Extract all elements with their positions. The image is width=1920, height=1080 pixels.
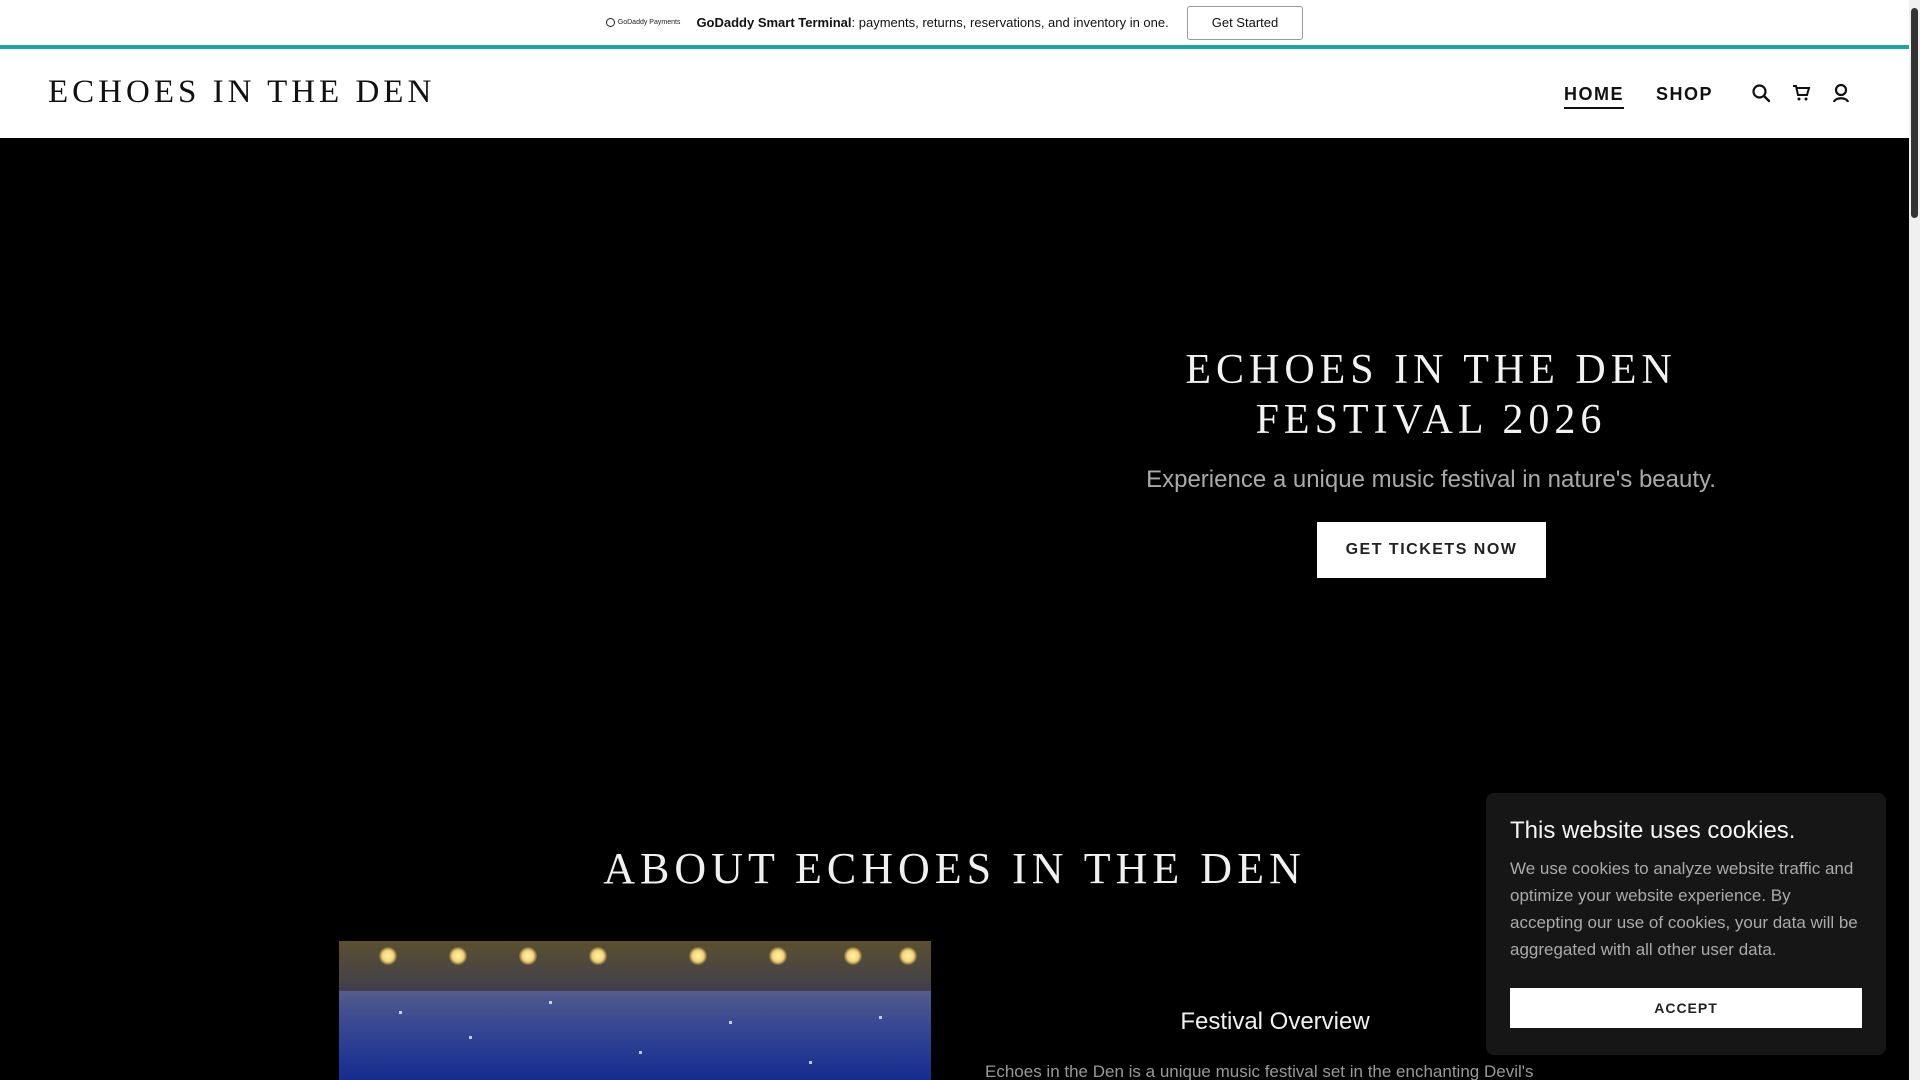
scrollbar-thumb[interactable] — [1911, 8, 1918, 218]
godaddy-logo-icon — [605, 18, 615, 27]
confetti — [399, 1011, 402, 1014]
stage-light — [589, 947, 607, 965]
cookie-dialog: This website uses cookies. We use cookie… — [1486, 793, 1886, 1055]
godaddy-payments-logo: GoDaddy Payments — [605, 18, 681, 27]
hero-title-line-1: ECHOES IN THE DEN — [1185, 347, 1677, 393]
stage-light — [449, 947, 467, 965]
account-icon[interactable] — [1830, 82, 1852, 104]
stage-light — [379, 947, 397, 965]
accept-cookies-button[interactable]: ACCEPT — [1510, 988, 1862, 1028]
stage-light — [689, 947, 707, 965]
cookie-title: This website uses cookies. — [1510, 817, 1796, 844]
site-logo[interactable]: ECHOES IN THE DEN — [48, 74, 435, 111]
hero-title-line-2: FESTIVAL 2026 — [1255, 397, 1607, 443]
promo-brand: GoDaddy Smart Terminal — [696, 15, 852, 30]
cart-icon[interactable] — [1790, 82, 1812, 104]
overview-heading: Festival Overview — [1180, 1008, 1370, 1035]
nav-home[interactable]: HOME — [1564, 84, 1624, 109]
search-icon[interactable] — [1750, 82, 1772, 104]
overview-text: Echoes in the Den is a unique music fest… — [985, 1062, 1534, 1080]
get-tickets-button[interactable]: GET TICKETS NOW — [1317, 522, 1546, 578]
confetti — [809, 1061, 812, 1064]
cookie-text: We use cookies to analyze website traffi… — [1510, 859, 1858, 959]
confetti — [879, 1016, 882, 1019]
stage-light — [519, 947, 537, 965]
promo-banner: GoDaddy Payments GoDaddy Smart Terminal:… — [0, 0, 1909, 45]
confetti — [549, 1001, 552, 1004]
hero-subtitle: Experience a unique music festival in na… — [1146, 466, 1716, 493]
get-started-button[interactable]: Get Started — [1186, 5, 1304, 40]
page-scrollbar[interactable] — [1909, 0, 1920, 1080]
confetti — [729, 1021, 732, 1024]
confetti — [639, 1051, 642, 1054]
festival-image — [339, 941, 931, 1080]
hero-section: ECHOES IN THE DEN FESTIVAL 2026 Experien… — [0, 138, 1909, 763]
header-icons — [1750, 82, 1852, 104]
promo-description: : payments, returns, reservations, and i… — [851, 15, 1169, 30]
stage-light-beam — [339, 991, 931, 1080]
site-header: ECHOES IN THE DEN HOME SHOP — [0, 49, 1909, 138]
stage-light — [844, 947, 862, 965]
promo-logo-text: GoDaddy Payments — [617, 19, 681, 26]
promo-text: GoDaddy Smart Terminal: payments, return… — [696, 15, 1168, 30]
stage-light — [899, 947, 917, 965]
nav-shop[interactable]: SHOP — [1656, 84, 1713, 109]
confetti — [469, 1036, 472, 1039]
stage-light — [769, 947, 787, 965]
main-nav: HOME SHOP — [1564, 84, 1713, 109]
hero-title: ECHOES IN THE DEN FESTIVAL 2026 — [1100, 345, 1762, 445]
